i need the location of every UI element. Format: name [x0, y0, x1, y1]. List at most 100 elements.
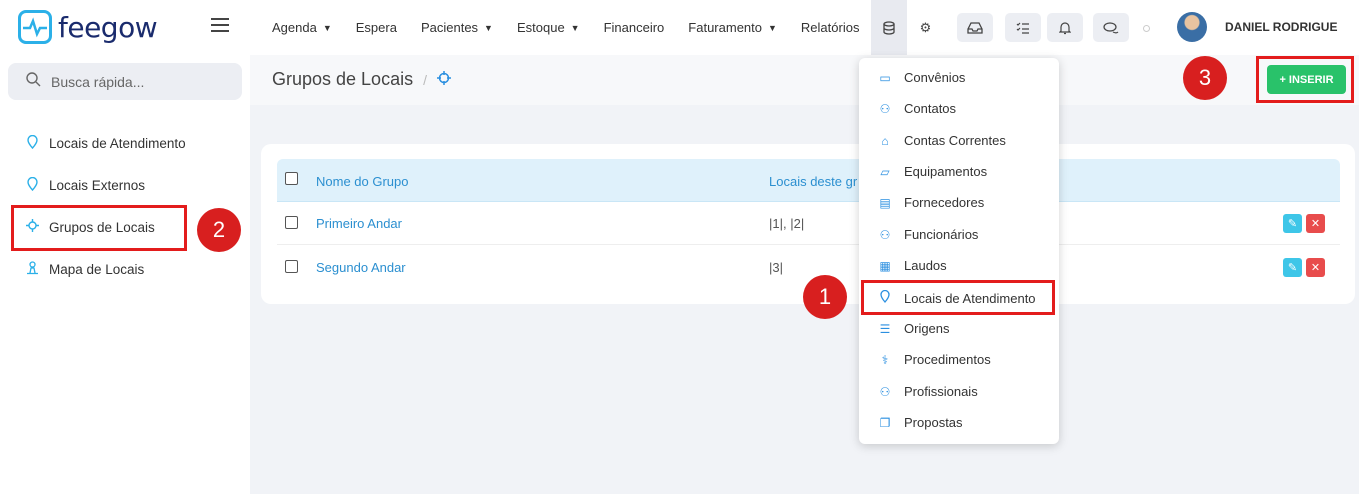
inbox-icon[interactable] — [957, 13, 993, 42]
user-icon: ⚇ — [879, 227, 891, 242]
menu-item-procedimentos[interactable]: ⚕ Procedimentos — [877, 352, 991, 367]
menu-item-fornecedores[interactable]: ▤ Fornecedores — [877, 195, 984, 210]
menu-item-convenios[interactable]: ▭ Convênios — [877, 70, 965, 85]
menu-item-label: Procedimentos — [904, 352, 991, 367]
column-header-locais[interactable]: Locais deste gr — [769, 174, 857, 189]
quick-search[interactable] — [8, 63, 242, 100]
cadastros-dropdown: ▭ Convênios ⚇ Contatos ⌂ Contas Correntes ▱… — [859, 58, 1059, 444]
menu-item-contatos[interactable]: ⚇ Contatos — [877, 101, 956, 116]
menu-item-profissionais[interactable]: ⚇ Profissionais — [877, 384, 978, 399]
search-icon — [26, 71, 41, 92]
menu-item-label: Equipamentos — [904, 164, 988, 179]
nav-label: Agenda — [272, 20, 317, 35]
top-bar: feegow Agenda ▼ Espera Pacientes ▼ Estoque… — [0, 0, 1359, 55]
user-name[interactable]: DANIEL RODRIGUE — [1225, 20, 1337, 34]
menu-item-label: Contatos — [904, 101, 957, 116]
column-header-nome[interactable]: Nome do Grupo — [316, 174, 409, 189]
breadcrumb-separator: / — [423, 71, 427, 88]
nav-pacientes[interactable]: Pacientes ▼ — [409, 0, 505, 55]
edit-icon[interactable]: ✎ — [1283, 258, 1302, 277]
step-badge-1: 1 — [803, 275, 847, 319]
select-all-checkbox[interactable] — [285, 172, 298, 185]
row-checkbox[interactable] — [285, 260, 298, 273]
feegow-logo[interactable]: feegow — [18, 10, 158, 44]
sidebar-item-label: Mapa de Locais — [49, 262, 145, 277]
nav-label: Pacientes — [420, 20, 479, 35]
page-title-text: Grupos de Locais — [272, 69, 414, 89]
group-locais: |1|, |2| — [769, 216, 805, 231]
document-icon: ▦ — [879, 258, 891, 273]
doctor-icon: ⚇ — [879, 384, 891, 399]
sidebar-item-mapa-locais[interactable]: Mapa de Locais — [24, 261, 144, 278]
list-icon: ☰ — [879, 321, 891, 336]
caret-down-icon: ▼ — [570, 22, 580, 33]
laptop-icon: ▱ — [880, 164, 890, 179]
checklist-icon[interactable] — [1005, 13, 1041, 42]
step-badge-2: 2 — [197, 208, 241, 252]
gear-icon[interactable]: ⚙ — [907, 0, 943, 55]
menu-item-label: Origens — [904, 321, 950, 336]
nav-estoque[interactable]: Estoque ▼ — [505, 0, 592, 55]
database-icon[interactable] — [871, 0, 908, 55]
chat-icon[interactable] — [1093, 13, 1129, 42]
delete-icon[interactable]: ✕ — [1306, 258, 1325, 277]
nav-label: Financeiro — [603, 20, 665, 35]
location-person-icon — [24, 261, 40, 278]
menu-item-label: Contas Correntes — [904, 133, 1006, 148]
nav-agenda[interactable]: Agenda ▼ — [260, 0, 344, 55]
caret-down-icon: ▼ — [768, 22, 777, 33]
sidebar-item-locais-atendimento[interactable]: Locais de Atendimento — [24, 134, 186, 152]
group-locais: |3| — [769, 260, 783, 275]
group-name-link[interactable]: Segundo Andar — [316, 260, 406, 275]
status-dot — [1143, 25, 1150, 32]
menu-item-label: Convênios — [904, 70, 966, 85]
highlight-box-locais-atendimento — [861, 280, 1055, 315]
menu-item-label: Laudos — [904, 258, 947, 273]
menu-item-propostas[interactable]: ❐ Propostas — [877, 415, 963, 430]
user-icon: ⚇ — [879, 101, 891, 116]
search-input[interactable] — [51, 73, 221, 90]
map-pin-icon — [24, 134, 40, 152]
delete-icon[interactable]: ✕ — [1306, 214, 1325, 233]
menu-item-label: Funcionários — [904, 227, 979, 242]
highlight-box-grupos-locais — [11, 205, 187, 251]
caret-down-icon: ▼ — [322, 22, 332, 33]
menu-toggle-icon[interactable] — [211, 18, 229, 34]
nav-label: Espera — [355, 20, 397, 35]
groups-table-card: Nome do Grupo Locais deste gr Primeiro A… — [261, 144, 1355, 304]
step-badge-3: 3 — [1183, 56, 1227, 100]
stethoscope-icon: ⚕ — [881, 352, 889, 367]
main-nav: Agenda ▼ Espera Pacientes ▼ Estoque ▼ Finan… — [260, 0, 943, 55]
nav-label: Relatórios — [800, 20, 860, 35]
edit-icon[interactable]: ✎ — [1283, 214, 1302, 233]
sidebar-item-label: Locais de Atendimento — [49, 136, 186, 151]
crosshair-icon — [436, 70, 451, 89]
bell-icon[interactable] — [1047, 13, 1083, 42]
nav-label: Faturamento — [688, 20, 762, 35]
highlight-box-inserir — [1256, 56, 1354, 103]
nav-relatorios[interactable]: Relatórios — [789, 0, 872, 55]
row-checkbox[interactable] — [285, 216, 298, 229]
nav-faturamento[interactable]: Faturamento ▼ — [676, 0, 789, 55]
menu-item-origens[interactable]: ☰ Origens — [877, 321, 950, 336]
menu-item-funcionarios[interactable]: ⚇ Funcionários — [877, 227, 979, 242]
archive-icon: ▤ — [879, 195, 891, 210]
menu-item-contas-correntes[interactable]: ⌂ Contas Correntes — [877, 133, 1006, 148]
card-icon: ▭ — [879, 70, 891, 85]
sidebar-item-locais-externos[interactable]: Locais Externos — [24, 176, 145, 194]
table-header: Nome do Grupo Locais deste gr — [277, 159, 1340, 202]
page-title: Grupos de Locais / — [272, 69, 451, 90]
table-row: Primeiro Andar |1|, |2| ✎ ✕ — [277, 202, 1340, 245]
nav-espera[interactable]: Espera — [344, 0, 409, 55]
nav-financeiro[interactable]: Financeiro — [592, 0, 677, 55]
group-name-link[interactable]: Primeiro Andar — [316, 216, 402, 231]
menu-item-equipamentos[interactable]: ▱ Equipamentos — [877, 164, 987, 179]
brand-name: feegow — [58, 10, 158, 44]
nav-label: Estoque — [516, 20, 565, 35]
copy-icon: ❐ — [879, 415, 891, 430]
caret-down-icon: ▼ — [484, 22, 493, 33]
menu-item-laudos[interactable]: ▦ Laudos — [877, 258, 947, 273]
menu-item-label: Profissionais — [904, 384, 978, 399]
avatar[interactable] — [1177, 12, 1207, 42]
bank-icon: ⌂ — [881, 133, 889, 148]
